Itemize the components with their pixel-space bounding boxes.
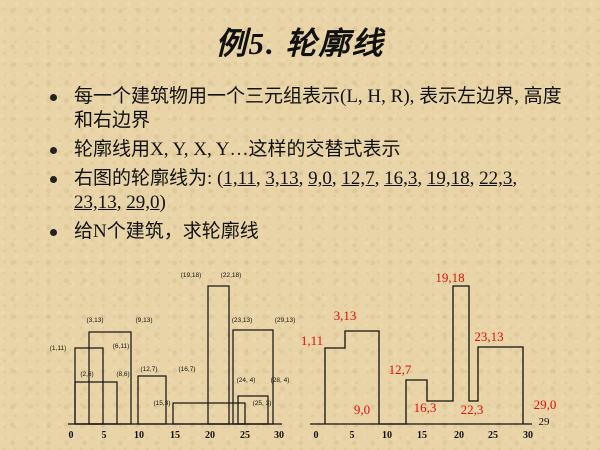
- right-point-labels: 1,11 3,13 9,0 12,7 16,3 19,18 22,3 23,13…: [301, 270, 557, 417]
- tick-label: 30: [523, 430, 533, 441]
- skyline-label: 12,7: [389, 362, 412, 377]
- tick-label: 15: [417, 430, 427, 441]
- point-label: (28, 4): [271, 377, 290, 384]
- point-label: (29,13): [275, 317, 296, 324]
- tick-label: 5: [102, 430, 107, 441]
- point-label: (22,18): [221, 272, 242, 279]
- tick-label: 25: [488, 430, 498, 441]
- tick-label: 20: [454, 430, 464, 441]
- tick-label: 30: [274, 430, 284, 441]
- buildings-diagram: [68, 285, 282, 425]
- tick-label: 20: [205, 430, 215, 441]
- point-label: (19,18): [181, 272, 202, 279]
- point-label: (16,7): [179, 366, 196, 373]
- tick-label: 15: [170, 430, 180, 441]
- skyline-label: 29,0: [534, 397, 557, 412]
- skyline-label: 9,0: [354, 402, 370, 417]
- tick-label: 10: [382, 430, 392, 441]
- building-rect: [74, 381, 118, 425]
- building-rect: [172, 402, 246, 425]
- point-label: (23,13): [232, 317, 253, 324]
- point-label: (24, 4): [237, 377, 256, 384]
- left-axis-ticks: 0 5 10 15 20 25 30: [69, 430, 285, 441]
- point-label: (25, 3): [253, 400, 272, 407]
- point-label: (3,13): [87, 317, 104, 324]
- skyline-label: 3,13: [334, 308, 357, 323]
- tick-label: 0: [314, 430, 319, 441]
- tick-label: 25: [240, 430, 250, 441]
- point-label: (8,6): [116, 371, 129, 378]
- skyline-label: 19,18: [435, 270, 464, 285]
- skyline-figures: 0 5 10 15 20 25 30 (1,11) (3,13) (9,13) …: [50, 270, 557, 441]
- point-label: (15,3): [154, 400, 171, 407]
- tick-label: 5: [350, 430, 355, 441]
- point-label: (12,7): [141, 366, 158, 373]
- point-label: (6,11): [113, 343, 130, 350]
- page-number: 29: [539, 416, 551, 428]
- tick-label: 0: [69, 430, 74, 441]
- skyline-label: 1,11: [301, 333, 323, 348]
- skyline-label: 16,3: [414, 400, 437, 415]
- skyline-label: 22,3: [461, 402, 484, 417]
- left-point-labels: (1,11) (3,13) (9,13) (6,11) (2,6) (8,6) …: [50, 272, 296, 407]
- skyline-label: 23,13: [474, 329, 503, 344]
- right-axis-ticks: 0 5 10 15 20 25 30: [314, 430, 534, 441]
- point-label: (9,13): [136, 317, 153, 324]
- point-label: (1,11): [50, 345, 67, 352]
- tick-label: 10: [134, 430, 144, 441]
- point-label: (2,6): [80, 371, 93, 378]
